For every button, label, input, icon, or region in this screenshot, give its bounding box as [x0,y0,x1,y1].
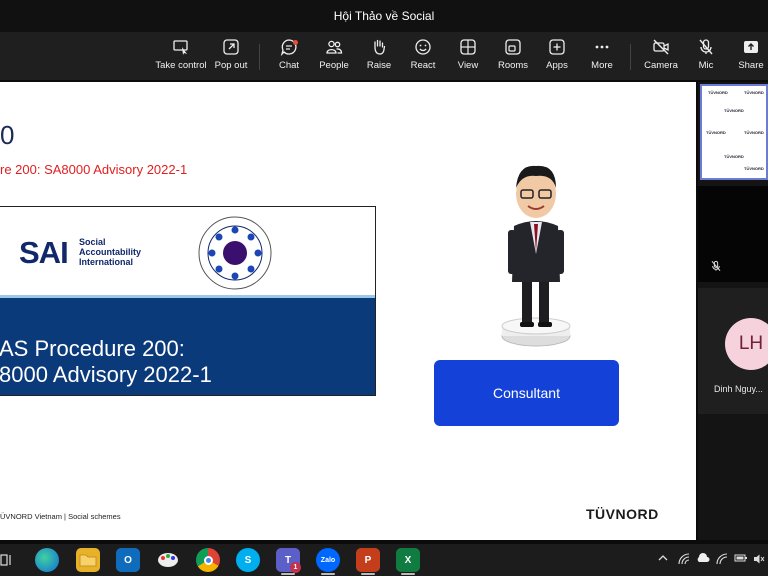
cover-title-band: AS Procedure 200: 8000 Advisory 2022-1 [0,298,375,395]
meeting-toolbar: Take control Pop out Chat People Raise R… [0,32,768,80]
active-app-indicator [281,573,295,575]
more-options-icon [595,45,609,49]
folder-icon [79,554,97,567]
smiley-icon [415,39,431,55]
mic-button[interactable]: Mic [692,36,720,76]
network-icon[interactable] [716,553,728,565]
consultant-label: Consultant [493,385,560,401]
shared-content-stage[interactable]: 0 re 200: SA8000 Advisory 2022-1 SAI Soc… [0,82,696,540]
volume-muted-icon[interactable] [753,553,765,565]
teams-icon[interactable]: T 1 [276,548,301,573]
file-explorer-icon[interactable] [76,548,100,572]
consultant-label-box: Consultant [434,360,619,426]
mic-muted-icon [711,260,721,272]
more-button[interactable]: More [587,36,617,76]
accreditation-seal-icon [198,216,272,290]
powerpoint-icon[interactable]: P [356,548,380,572]
rooms-button[interactable]: Rooms [496,36,530,76]
thumb-logo: TÜVNORD [724,108,744,113]
share-screen-icon [744,41,758,53]
cover-logo-area: SAI Social Accountability International [0,207,375,295]
tuv-nord-logo: TÜVNORD [586,506,659,522]
mic-off-icon [699,39,713,55]
camera-button[interactable]: Camera [643,36,679,76]
zalo-icon[interactable]: Zalo [316,548,340,572]
toolbar-divider [259,44,260,70]
chevron-up-icon[interactable] [658,553,668,563]
outlook-icon[interactable]: O [116,548,140,572]
content-thumbnail[interactable]: TÜVNORD TÜVNORD TÜVNORD TÜVNORD TÜVNORD … [700,84,768,180]
chat-unread-dot [293,40,298,45]
take-control-icon [173,40,188,55]
procedure-title: AS Procedure 200: 8000 Advisory 2022-1 [0,336,212,388]
pop-out-button[interactable]: Pop out [212,36,250,76]
slide-heading-number: 0 [0,120,15,150]
running-app-indicator [361,573,375,575]
participant-tile[interactable]: LH Dinh Nguy... [698,288,768,414]
procedure-title-line1: AS Procedure 200: [0,336,185,361]
avatar: LH [725,318,768,370]
running-app-indicator [321,573,335,575]
chrome-center-icon [203,555,213,565]
sai-logo: SAI [19,235,69,270]
meeting-title: Hội Thảo về Social [333,9,435,23]
thumb-logo: TÜVNORD [744,90,764,95]
slide-subtitle: re 200: SA8000 Advisory 2022-1 [0,162,188,177]
thumb-logo: TÜVNORD [706,130,726,135]
thumb-logo: TÜVNORD [744,130,764,135]
slide-footer-left: ÜVNORD Vietnam | Social schemes [0,512,121,521]
edge-browser-icon[interactable] [35,548,59,572]
thumb-logo: TÜVNORD [724,154,744,159]
add-apps-icon [549,39,565,55]
people-icon [326,40,343,54]
apps-button[interactable]: Apps [542,36,572,76]
palette-icon [158,553,178,567]
running-app-indicator [401,573,415,575]
view-button[interactable]: View [453,36,483,76]
teams-notification-badge: 1 [290,562,301,573]
wifi-icon[interactable] [678,553,690,565]
participant-name: Dinh Nguy... [714,384,763,394]
task-view-icon[interactable] [0,553,14,567]
raise-hand-button[interactable]: Raise [364,36,394,76]
thumb-logo: TÜVNORD [744,166,764,171]
onedrive-cloud-icon[interactable] [696,553,710,563]
participants-panel: TÜVNORD TÜVNORD TÜVNORD TÜVNORD TÜVNORD … [698,82,768,540]
excel-icon[interactable]: X [396,548,420,572]
breakout-rooms-icon [505,39,521,55]
chat-button[interactable]: Chat [274,36,304,76]
people-button[interactable]: People [317,36,351,76]
procedure-cover-image: SAI Social Accountability International [0,206,376,396]
participant-video-tile[interactable] [698,186,768,282]
raise-hand-icon [374,39,386,55]
thumb-logo: TÜVNORD [708,90,728,95]
teams-meeting-window: Hội Thảo về Social Take control Pop out … [0,0,768,576]
battery-icon[interactable] [734,553,748,563]
share-button[interactable]: Share [736,36,766,76]
camera-off-icon [653,39,669,55]
procedure-title-line2: 8000 Advisory 2022-1 [0,362,212,387]
windows-taskbar: O S T 1 Zalo P X [0,544,768,576]
react-button[interactable]: React [408,36,438,76]
paint-icon[interactable] [156,548,180,572]
take-control-button[interactable]: Take control [155,36,207,76]
sai-logo-text: Social Accountability International [79,237,142,267]
consultant-figurine-image [501,165,571,347]
skype-icon[interactable]: S [236,548,260,572]
grid-view-icon [460,39,476,55]
pop-out-icon [223,39,239,55]
title-bar: Hội Thảo về Social [0,0,768,32]
toolbar-divider [630,44,631,70]
chrome-browser-icon[interactable] [196,548,220,572]
